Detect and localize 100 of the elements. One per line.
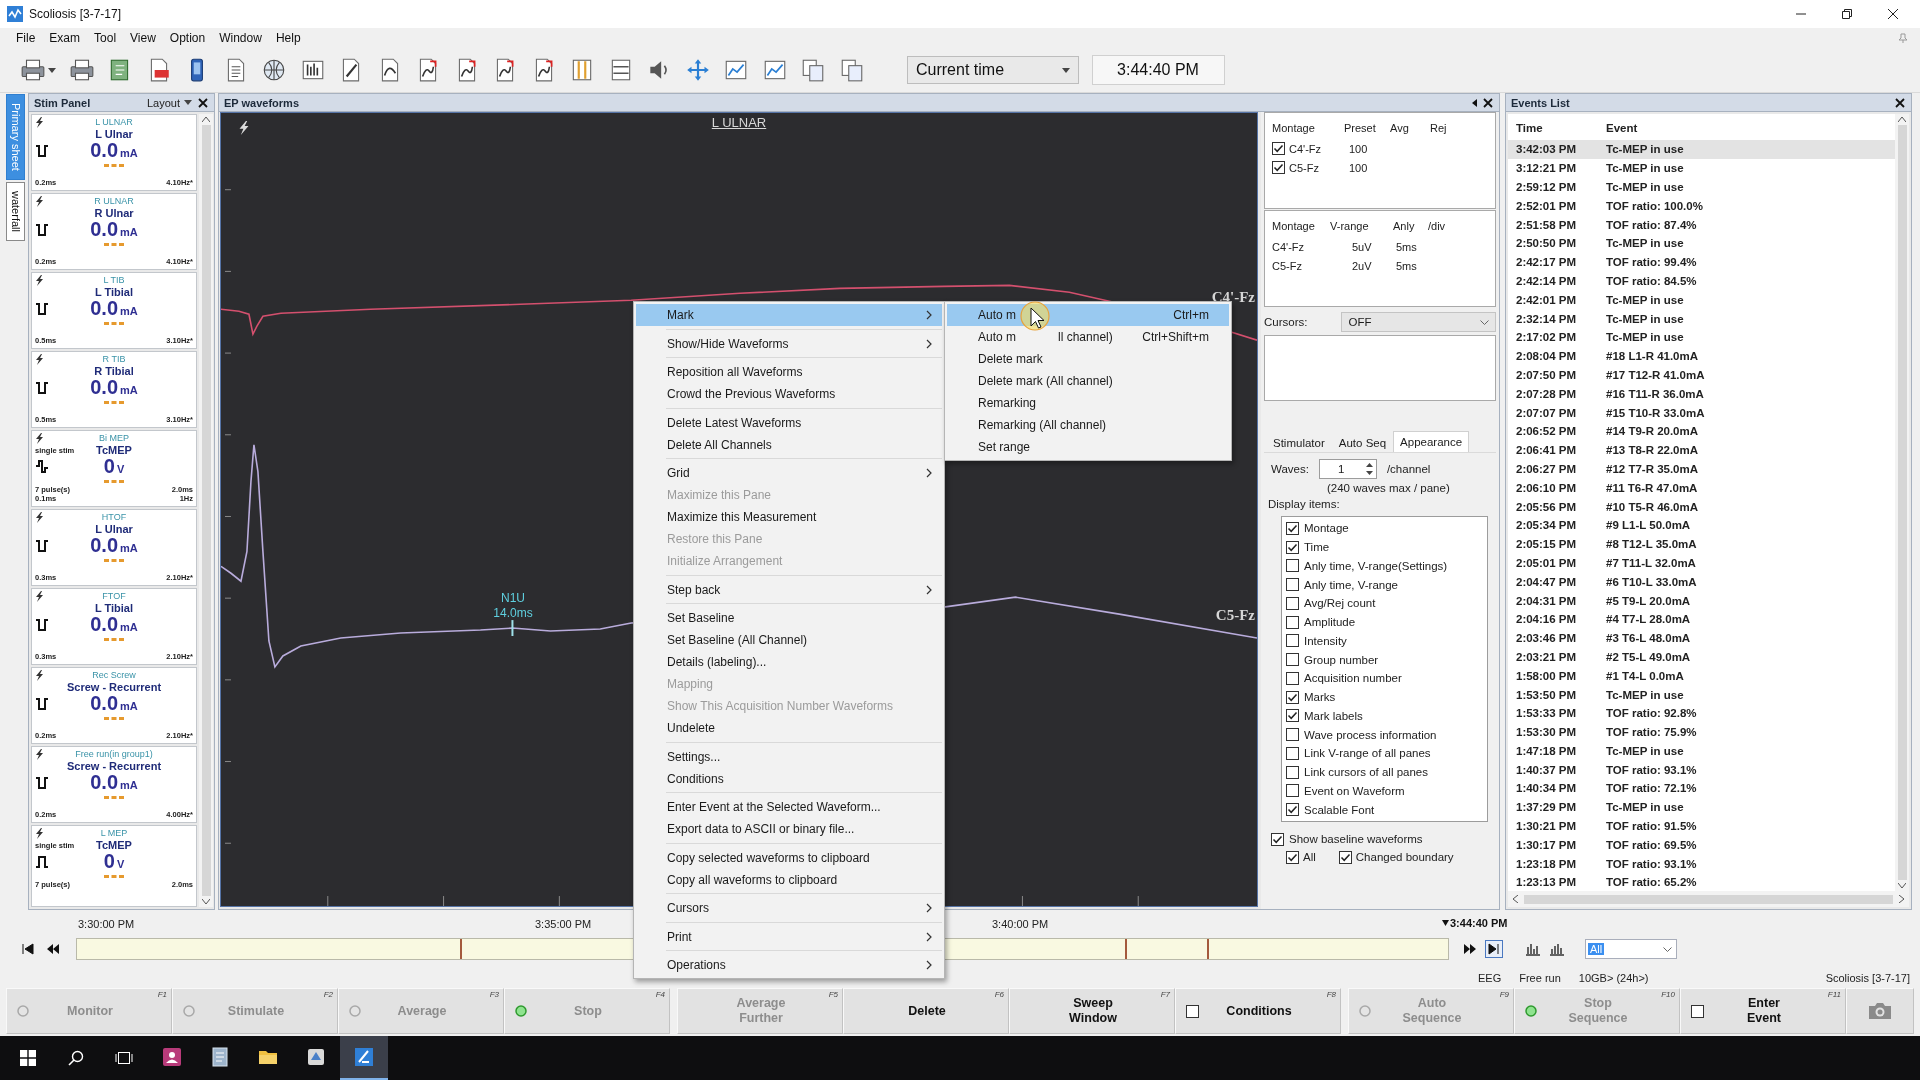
table-cell-text: 100 (1348, 161, 1369, 174)
checkbox-label: Wave process information (1304, 728, 1437, 741)
table-cell: 1:53:50 PM (1516, 688, 1577, 701)
column-header: V-range (1330, 220, 1370, 232)
status-text: 10GB> (24h>) (1578, 972, 1649, 984)
table-cell: 1:40:34 PM (1516, 782, 1577, 795)
intensity-unit: mA (120, 147, 138, 159)
key-hint: F9 (1499, 990, 1509, 999)
table-cell-text: C4'-Fz (1272, 240, 1306, 253)
table-cell: #13 T8-R 22.0mA (1606, 444, 1699, 457)
table-cell: 3:42:03 PM (1516, 143, 1577, 156)
table-cell: 2:42:01 PM (1516, 293, 1577, 306)
column-header: Rej (1430, 122, 1448, 134)
table-cell: Tc-MEP in use (1606, 744, 1684, 757)
table-cell: #17 T12-R 41.0mA (1606, 368, 1705, 381)
stimulator-name: TcMEP (96, 444, 132, 456)
time-tick-label: 3:40:00 PM (992, 918, 1049, 930)
stimulator-title: R ULNAR (94, 196, 134, 207)
shortcut-text: Ctrl+m (1173, 308, 1210, 322)
stimulator-name: Screw - Recurrent (66, 760, 162, 772)
table-cell: #12 T7-R 35.0mA (1606, 462, 1699, 475)
table-cell: 2:51:58 PM (1516, 218, 1577, 231)
table-cell: TOF ratio: 99.4% (1606, 256, 1697, 269)
stimulator-title: L TIB (103, 275, 125, 286)
table-cell: 1:53:30 PM (1516, 726, 1577, 739)
intensity-value: 0.0 (90, 535, 119, 556)
window-title: Scoliosis [3-7-17] (29, 7, 122, 21)
intensity-value: 0.0 (90, 377, 119, 398)
table-cell: Tc-MEP in use (1606, 237, 1684, 250)
shortcut-text: Ctrl+Shift+m (1142, 330, 1210, 344)
key-hint: F7 (1160, 990, 1170, 999)
checkbox-label: Changed boundary (1355, 851, 1454, 863)
stimulator-name: L Tibial (94, 602, 134, 614)
table-cell: 2:06:10 PM (1516, 481, 1577, 494)
intensity-value: 0.0 (90, 772, 119, 793)
table-cell: 1:37:29 PM (1516, 801, 1577, 814)
checkbox-label: Marks (1304, 691, 1336, 704)
mark-latency: 14.0ms (493, 606, 533, 620)
checkbox-label: Group number (1304, 653, 1379, 666)
checkbox-label: Amplitude (1304, 616, 1356, 629)
time-display: 3:44:40 PM (1091, 55, 1225, 85)
intensity-unit: mA (120, 542, 138, 554)
table-cell: #9 L1-L 50.0mA (1606, 519, 1691, 532)
table-cell: 2:07:07 PM (1516, 406, 1577, 419)
table-cell: Tc-MEP in use (1606, 312, 1684, 325)
checkbox-label: Anly time, V-range(Settings) (1304, 559, 1448, 572)
column-header: /div (1428, 220, 1447, 232)
table-cell: 2:03:21 PM (1516, 650, 1577, 663)
checkbox-label: Scalable Font (1304, 803, 1375, 816)
table-cell: TOF ratio: 75.9% (1606, 726, 1697, 739)
table-cell: Tc-MEP in use (1606, 181, 1684, 193)
key-hint: F5 (828, 990, 838, 999)
checkbox-label: Link cursors of all panes (1304, 766, 1428, 779)
stimulator-name: Screw - Recurrent (66, 681, 162, 693)
table-cell: #3 T6-L 48.0mA (1606, 632, 1691, 645)
stimulator-name: L Tibial (94, 286, 134, 298)
stimulator-name: L Ulnar (95, 128, 133, 140)
table-cell-text: 5ms (1395, 240, 1418, 253)
trace-label: C5-Fz (1215, 607, 1255, 624)
stimulator-title: L MEP (100, 828, 128, 839)
table-cell: TOF ratio: 100.0% (1606, 199, 1703, 212)
stimulator-title: Rec Screw (92, 670, 136, 681)
table-cell: #18 L1-R 41.0mA (1606, 350, 1699, 363)
key-hint: F8 (1326, 990, 1336, 999)
table-cell: #5 T9-L 20.0mA (1606, 594, 1691, 607)
intensity-unit: mA (120, 305, 138, 317)
table-cell-text: 100 (1348, 142, 1369, 155)
table-cell: 1:30:17 PM (1516, 838, 1577, 851)
table-cell: #14 T9-R 20.0mA (1606, 425, 1699, 438)
table-cell: 2:05:34 PM (1516, 519, 1577, 532)
table-cell: 2:32:14 PM (1516, 312, 1577, 325)
table-cell-text: C5-Fz (1272, 259, 1303, 272)
key-hint: F1 (157, 990, 167, 999)
stimulator-title: Bi MEP (99, 433, 129, 444)
panel-title: Events List (1511, 96, 1570, 109)
table-cell: TOF ratio: 91.5% (1606, 820, 1697, 833)
table-cell: 2:42:14 PM (1516, 274, 1577, 287)
status-text: Free run (1519, 972, 1561, 984)
table-cell: #2 T5-L 49.0mA (1606, 650, 1691, 663)
column-header: Montage (1272, 122, 1316, 134)
stimulator-title: Free run(in group1) (75, 749, 153, 760)
key-hint: F2 (323, 990, 333, 999)
key-hint: F3 (489, 990, 499, 999)
panel-title: Stim Panel (34, 96, 91, 109)
stimulator-title: L ULNAR (95, 117, 133, 128)
stimulator-name: R Ulnar (94, 207, 134, 219)
status-text: EEG (1478, 972, 1502, 984)
table-cell: #8 T12-L 35.0mA (1606, 538, 1697, 551)
key-hint: F4 (655, 990, 665, 999)
table-cell: Tc-MEP in use (1606, 801, 1684, 814)
table-cell: 1:47:18 PM (1516, 744, 1577, 757)
table-cell: TOF ratio: 93.1% (1606, 763, 1697, 776)
mark-label: N1U (501, 591, 525, 605)
section-label: Display items: (1268, 498, 1341, 510)
table-cell: 1:53:33 PM (1516, 707, 1577, 720)
intensity-value: 0 (103, 456, 115, 477)
checkbox-label: Show baseline waveforms (1289, 833, 1423, 845)
column-header: Preset (1344, 122, 1377, 134)
key-hint: F10 (1661, 990, 1675, 999)
table-cell: 2:04:47 PM (1516, 575, 1577, 588)
